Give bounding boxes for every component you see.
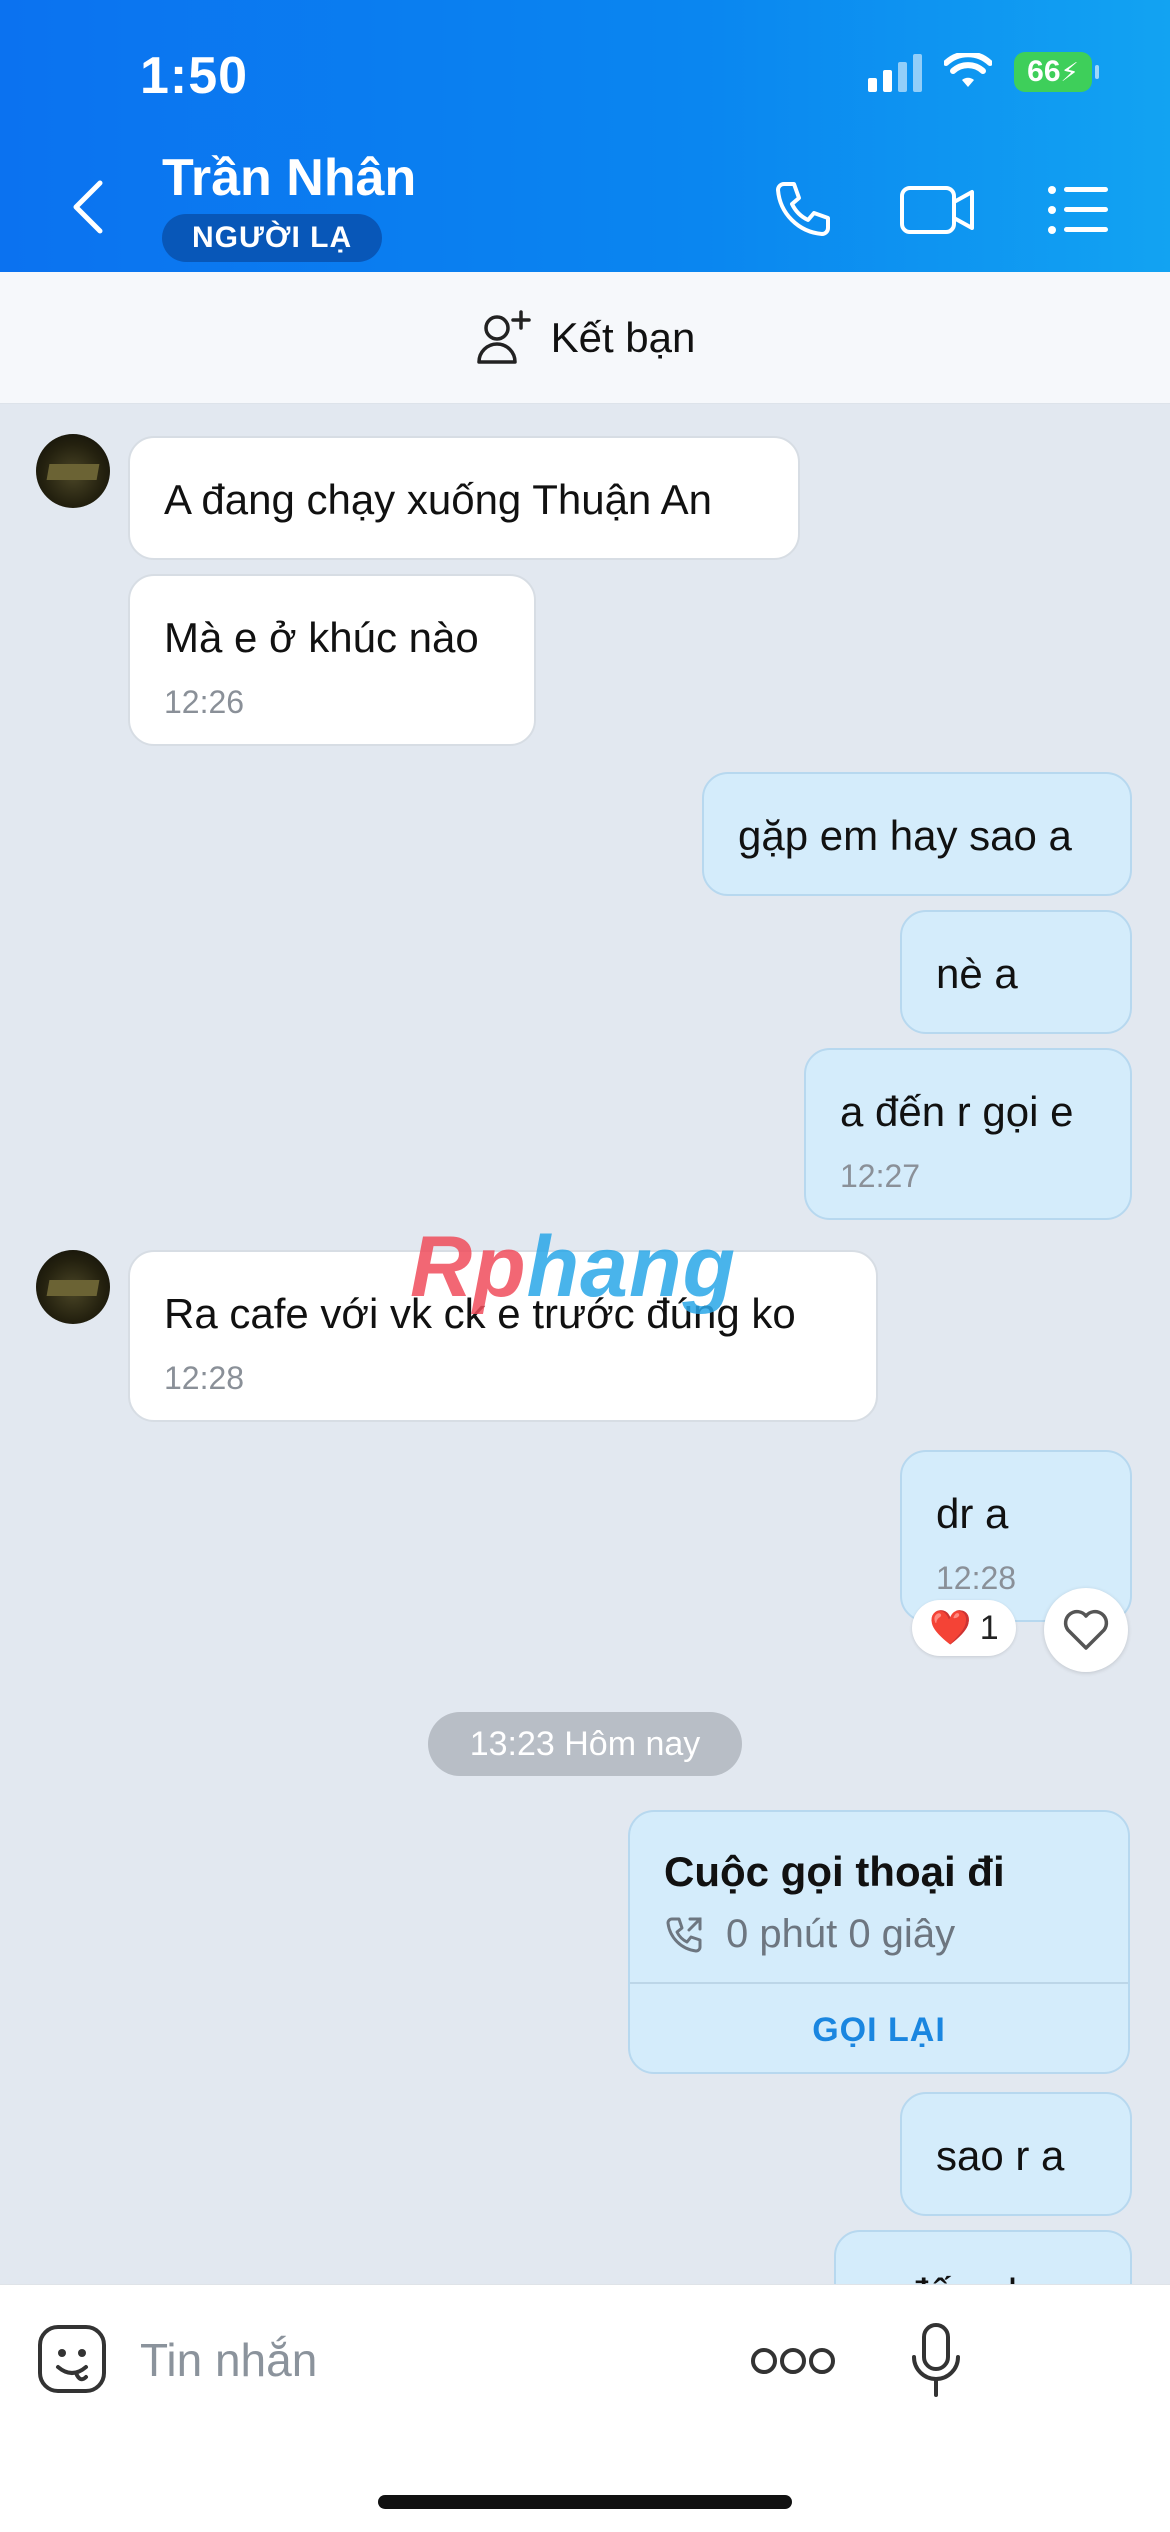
microphone-icon[interactable] bbox=[906, 2321, 966, 2401]
date-separator: 13:23 Hôm nay bbox=[428, 1712, 742, 1776]
reaction-badge[interactable]: ❤️ 1 bbox=[912, 1600, 1016, 1656]
home-indicator bbox=[378, 2495, 792, 2509]
status-icons: 66 ⚡ bbox=[868, 52, 1099, 92]
call-title: Cuộc gọi thoại đi bbox=[664, 1848, 1005, 1895]
stranger-badge: NGƯỜI LẠ bbox=[162, 214, 383, 262]
reaction-count: 1 bbox=[979, 1608, 999, 1647]
composer-bar bbox=[0, 2284, 1170, 2532]
react-button[interactable] bbox=[1044, 1588, 1128, 1672]
watermark-logo: Rphang bbox=[410, 1218, 736, 1317]
message-text: nè a bbox=[936, 950, 1018, 997]
message-bubble-outgoing[interactable]: nè a bbox=[900, 910, 1132, 1034]
add-friend-label: Kết bạn bbox=[550, 313, 696, 361]
more-options-icon[interactable] bbox=[748, 2343, 838, 2379]
call-duration: 0 phút 0 giây bbox=[726, 1912, 956, 1956]
status-time: 1:50 bbox=[140, 47, 249, 105]
battery-level: 66 bbox=[1027, 55, 1061, 88]
avatar[interactable] bbox=[36, 434, 110, 508]
watermark-part1: Rp bbox=[410, 1219, 527, 1315]
message-text: dr a bbox=[936, 1490, 1009, 1537]
message-bubble-outgoing[interactable]: sao r a bbox=[900, 2092, 1132, 2216]
message-input[interactable] bbox=[140, 2325, 700, 2395]
heart-reaction-icon: ❤️ bbox=[929, 1609, 972, 1647]
video-icon bbox=[900, 186, 974, 234]
message-bubble-outgoing[interactable]: a đến r gọi e 12:27 bbox=[804, 1048, 1132, 1220]
message-text: a đến r gọi e bbox=[840, 1088, 1074, 1135]
contact-name[interactable]: Trần Nhân bbox=[162, 148, 416, 208]
outgoing-call-icon bbox=[666, 1917, 702, 1952]
call-duration-row: 0 phút 0 giây bbox=[664, 1912, 955, 1957]
battery-indicator: 66 ⚡ bbox=[1014, 52, 1099, 92]
message-time: 12:28 bbox=[164, 1360, 245, 1396]
voice-call-button[interactable] bbox=[762, 170, 842, 250]
charging-icon: ⚡ bbox=[1060, 56, 1079, 87]
add-user-icon bbox=[476, 309, 531, 364]
message-bubble-incoming[interactable]: A đang chạy xuống Thuận An bbox=[128, 436, 800, 560]
message-text: sao r a bbox=[936, 2132, 1065, 2179]
heart-outline-icon bbox=[1063, 1609, 1109, 1650]
video-call-button[interactable] bbox=[898, 170, 978, 250]
message-time: 12:27 bbox=[840, 1158, 921, 1194]
avatar[interactable] bbox=[36, 1250, 110, 1324]
message-time: 12:26 bbox=[164, 684, 245, 720]
message-text: Mà e ở khúc nào bbox=[164, 614, 479, 661]
message-time: 12:28 bbox=[936, 1560, 1017, 1596]
signal-icon bbox=[868, 52, 922, 92]
phone-icon bbox=[776, 182, 830, 236]
call-log-card[interactable]: Cuộc gọi thoại đi 0 phút 0 giây GỌI LẠI bbox=[628, 1810, 1130, 2074]
menu-icon bbox=[1048, 186, 1108, 234]
message-text: A đang chạy xuống Thuận An bbox=[164, 476, 713, 523]
back-button[interactable] bbox=[58, 172, 118, 242]
message-bubble-outgoing[interactable]: gặp em hay sao a bbox=[702, 772, 1132, 896]
back-icon bbox=[73, 180, 103, 234]
message-bubble-incoming[interactable]: Mà e ở khúc nào 12:26 bbox=[128, 574, 536, 746]
watermark-part2: hang bbox=[526, 1219, 737, 1315]
call-again-button[interactable]: GỌI LẠI bbox=[630, 1984, 1128, 2072]
message-text: gặp em hay sao a bbox=[738, 812, 1072, 859]
chat-header: 1:50 66 ⚡ Trần Nhân NGƯỜI LẠ bbox=[0, 0, 1170, 272]
wifi-icon bbox=[944, 53, 992, 87]
sticker-icon[interactable] bbox=[36, 2323, 108, 2395]
add-friend-button[interactable]: Kết bạn bbox=[0, 272, 1170, 404]
options-button[interactable] bbox=[1038, 170, 1118, 250]
